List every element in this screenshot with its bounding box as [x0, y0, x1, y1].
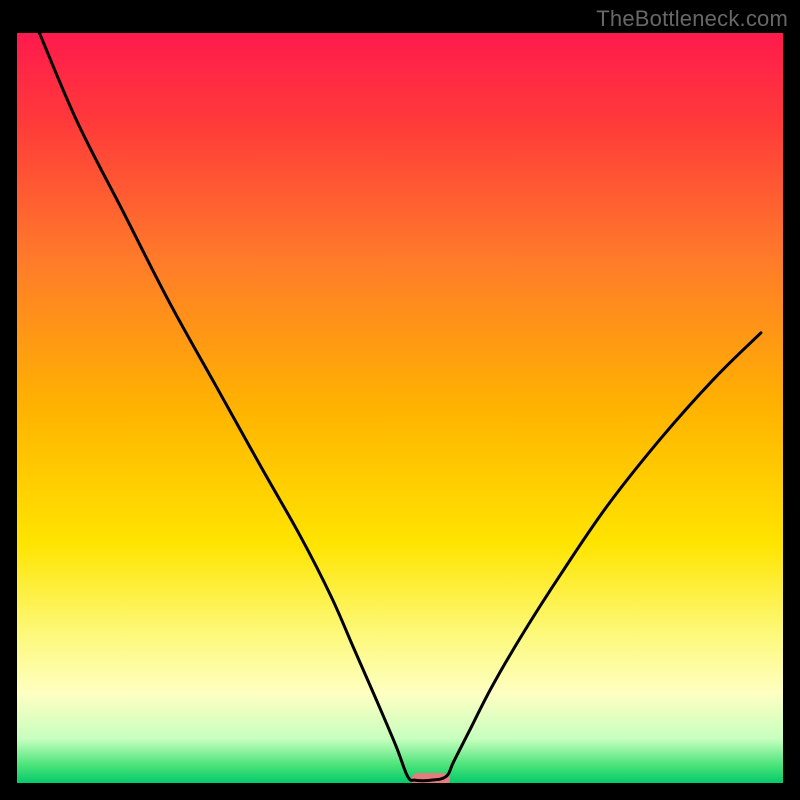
bottleneck-chart — [0, 0, 800, 800]
chart-container: TheBottleneck.com — [0, 0, 800, 800]
gradient-background — [16, 32, 784, 784]
watermark-text: TheBottleneck.com — [596, 6, 788, 32]
